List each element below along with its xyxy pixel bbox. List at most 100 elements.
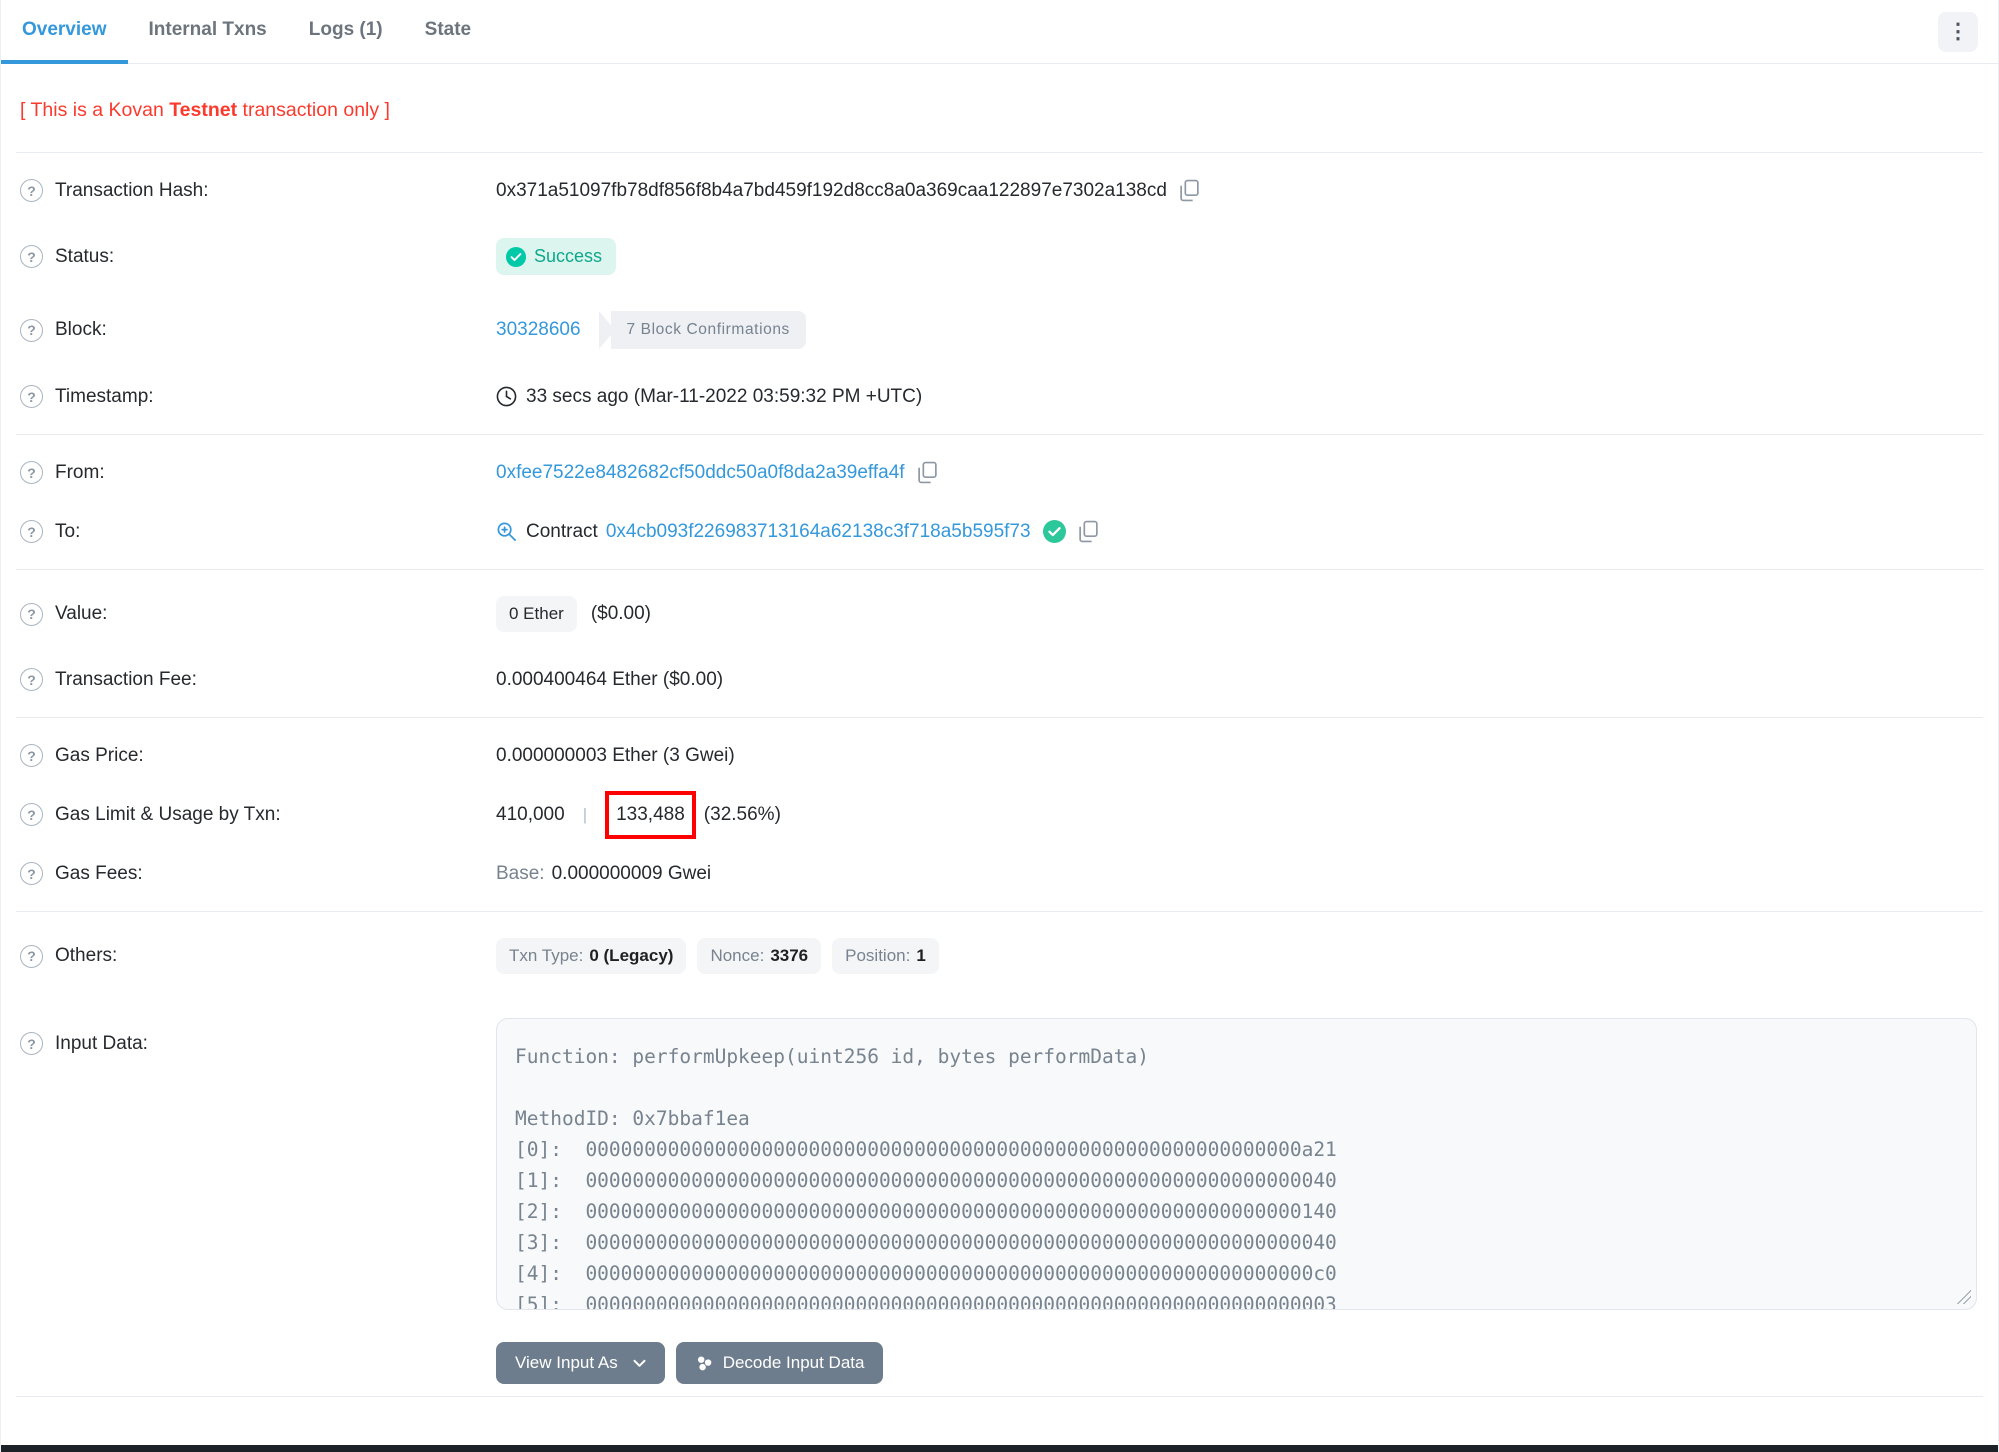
section-summary: ? Transaction Hash: 0x371a51097fb78df856… (1, 153, 1998, 434)
block-number-link[interactable]: 30328606 (496, 319, 581, 341)
gas-limit-usage-label: Gas Limit & Usage by Txn: (55, 803, 281, 825)
to-label: To: (55, 520, 81, 542)
transaction-overview-page: Overview Internal Txns Logs (1) State ⋮ … (0, 0, 1999, 1452)
input-data-line: MethodID: 0x7bbaf1ea (515, 1107, 750, 1130)
to-contract-word: Contract (526, 520, 598, 542)
copy-icon[interactable] (1078, 520, 1099, 543)
tab-overview[interactable]: Overview (1, 0, 128, 64)
divider (16, 1396, 1983, 1397)
tab-state[interactable]: State (404, 0, 492, 64)
row-gas-price: ? Gas Price: 0.000000003 Ether (3 Gwei) (1, 726, 1998, 785)
chevron-down-icon (633, 1359, 646, 1367)
status-badge: Success (496, 238, 617, 275)
row-to: ? To: Contract 0x4cb093f226983713164a621… (1, 502, 1998, 561)
tab-internal-txns[interactable]: Internal Txns (128, 0, 288, 64)
row-block: ? Block: 30328606 7 Block Confirmations (1, 293, 1998, 367)
block-label: Block: (55, 319, 107, 340)
transaction-hash-label: Transaction Hash: (55, 179, 209, 201)
help-icon[interactable]: ? (20, 744, 43, 767)
block-confirmations-text: 7 Block Confirmations (610, 311, 806, 349)
to-address-link[interactable]: 0x4cb093f226983713164a62138c3f718a5b595f… (606, 521, 1031, 543)
help-icon[interactable]: ? (20, 803, 43, 826)
txn-type-value: 0 (Legacy) (589, 946, 674, 965)
verified-check-icon (1042, 520, 1066, 543)
decode-input-data-label: Decode Input Data (722, 1353, 865, 1372)
decode-icon (697, 1355, 712, 1370)
testnet-notice: [ This is a Kovan Testnet transaction on… (20, 99, 1998, 122)
value-usd: ($0.00) (590, 603, 652, 624)
input-data-label: Input Data: (55, 1032, 148, 1054)
view-input-as-button[interactable]: View Input As (496, 1342, 665, 1384)
gas-limit-value: 410,000 (496, 803, 565, 825)
gas-fees-base-label: Base: (496, 862, 545, 884)
transaction-fee-label: Transaction Fee: (55, 668, 197, 690)
footer-bar (1, 1445, 1998, 1452)
kebab-menu-icon: ⋮ (1947, 20, 1969, 43)
position-label: Position: (845, 946, 911, 965)
notice-suffix: transaction only ] (237, 99, 390, 121)
help-icon[interactable]: ? (20, 318, 43, 342)
row-value: ? Value: 0 Ether ($0.00) (1, 578, 1998, 650)
others-label: Others: (55, 945, 118, 966)
row-input-data: ? Input Data: Function: performUpkeep(ui… (1, 992, 1998, 1328)
nonce-label: Nonce: (710, 946, 765, 965)
txn-type-label: Txn Type: (509, 946, 584, 965)
gas-used-value: 133,488 (616, 803, 685, 825)
status-badge-text: Success (534, 246, 603, 266)
from-label: From: (55, 461, 105, 483)
notice-prefix: [ This is a Kovan (20, 99, 170, 121)
clock-icon (496, 386, 517, 407)
gas-fees-label: Gas Fees: (55, 862, 143, 884)
section-others-input: ? Others: Txn Type: 0 (Legacy) Nonce: 33… (1, 912, 1998, 1396)
help-icon[interactable]: ? (20, 944, 43, 968)
tab-logs[interactable]: Logs (1) (288, 0, 404, 64)
help-icon[interactable]: ? (20, 520, 43, 543)
zoom-in-icon[interactable] (496, 521, 517, 542)
gas-separator: | (582, 804, 588, 824)
row-transaction-hash: ? Transaction Hash: 0x371a51097fb78df856… (1, 161, 1998, 220)
gas-price-label: Gas Price: (55, 744, 144, 766)
resize-grip-icon[interactable] (1956, 1289, 1971, 1304)
notice-bold: Testnet (169, 99, 238, 121)
decode-input-data-button[interactable]: Decode Input Data (675, 1342, 884, 1384)
help-icon[interactable]: ? (20, 245, 43, 268)
nonce-badge: Nonce: 3376 (697, 938, 822, 974)
txn-type-badge: Txn Type: 0 (Legacy) (496, 938, 687, 974)
input-data-line: [2]: 00000000000000000000000000000000000… (515, 1200, 1337, 1223)
section-value: ? Value: 0 Ether ($0.00) ? Transaction F… (1, 570, 1998, 717)
input-data-line: [0]: 00000000000000000000000000000000000… (515, 1138, 1337, 1161)
row-others: ? Others: Txn Type: 0 (Legacy) Nonce: 33… (1, 920, 1998, 992)
input-data-line: [4]: 00000000000000000000000000000000000… (515, 1262, 1337, 1285)
block-confirmations-badge: 7 Block Confirmations (595, 311, 806, 349)
help-icon[interactable]: ? (20, 668, 43, 691)
copy-icon[interactable] (917, 461, 938, 484)
gas-fees-base-value: 0.000000009 Gwei (551, 862, 712, 884)
confirmation-arrow-icon (598, 311, 615, 349)
gas-used-percent: (32.56%) (703, 803, 781, 825)
row-timestamp: ? Timestamp: 33 secs ago (Mar-11-2022 03… (1, 367, 1998, 426)
help-icon[interactable]: ? (20, 862, 43, 885)
help-icon[interactable]: ? (20, 1032, 43, 1055)
more-options-button[interactable]: ⋮ (1938, 11, 1978, 52)
timestamp-value: 33 secs ago (Mar-11-2022 03:59:32 PM +UT… (526, 385, 923, 407)
help-icon[interactable]: ? (20, 179, 43, 202)
tab-bar: Overview Internal Txns Logs (1) State ⋮ (1, 0, 1998, 64)
help-icon[interactable]: ? (20, 461, 43, 484)
position-badge: Position: 1 (832, 938, 939, 974)
position-value: 1 (916, 946, 926, 965)
view-input-as-label: View Input As (515, 1353, 618, 1372)
value-badge-text: 0 Ether (509, 604, 564, 623)
input-data-line: [3]: 00000000000000000000000000000000000… (515, 1231, 1337, 1254)
input-data-textarea[interactable]: Function: performUpkeep(uint256 id, byte… (496, 1018, 1977, 1310)
input-data-line: [5]: 00000000000000000000000000000000000… (515, 1293, 1337, 1310)
row-transaction-fee: ? Transaction Fee: 0.000400464 Ether ($0… (1, 650, 1998, 709)
success-check-icon (506, 246, 526, 267)
input-data-actions: View Input As Decode Input Data (496, 1342, 1998, 1384)
status-label: Status: (55, 245, 115, 267)
copy-icon[interactable] (1179, 179, 1200, 202)
section-addresses: ? From: 0xfee7522e8482682cf50ddc50a0f8da… (1, 435, 1998, 569)
from-address-link[interactable]: 0xfee7522e8482682cf50ddc50a0f8da2a39effa… (496, 462, 905, 484)
help-icon[interactable]: ? (20, 385, 43, 408)
help-icon[interactable]: ? (20, 602, 43, 626)
input-data-line (515, 1072, 1958, 1103)
